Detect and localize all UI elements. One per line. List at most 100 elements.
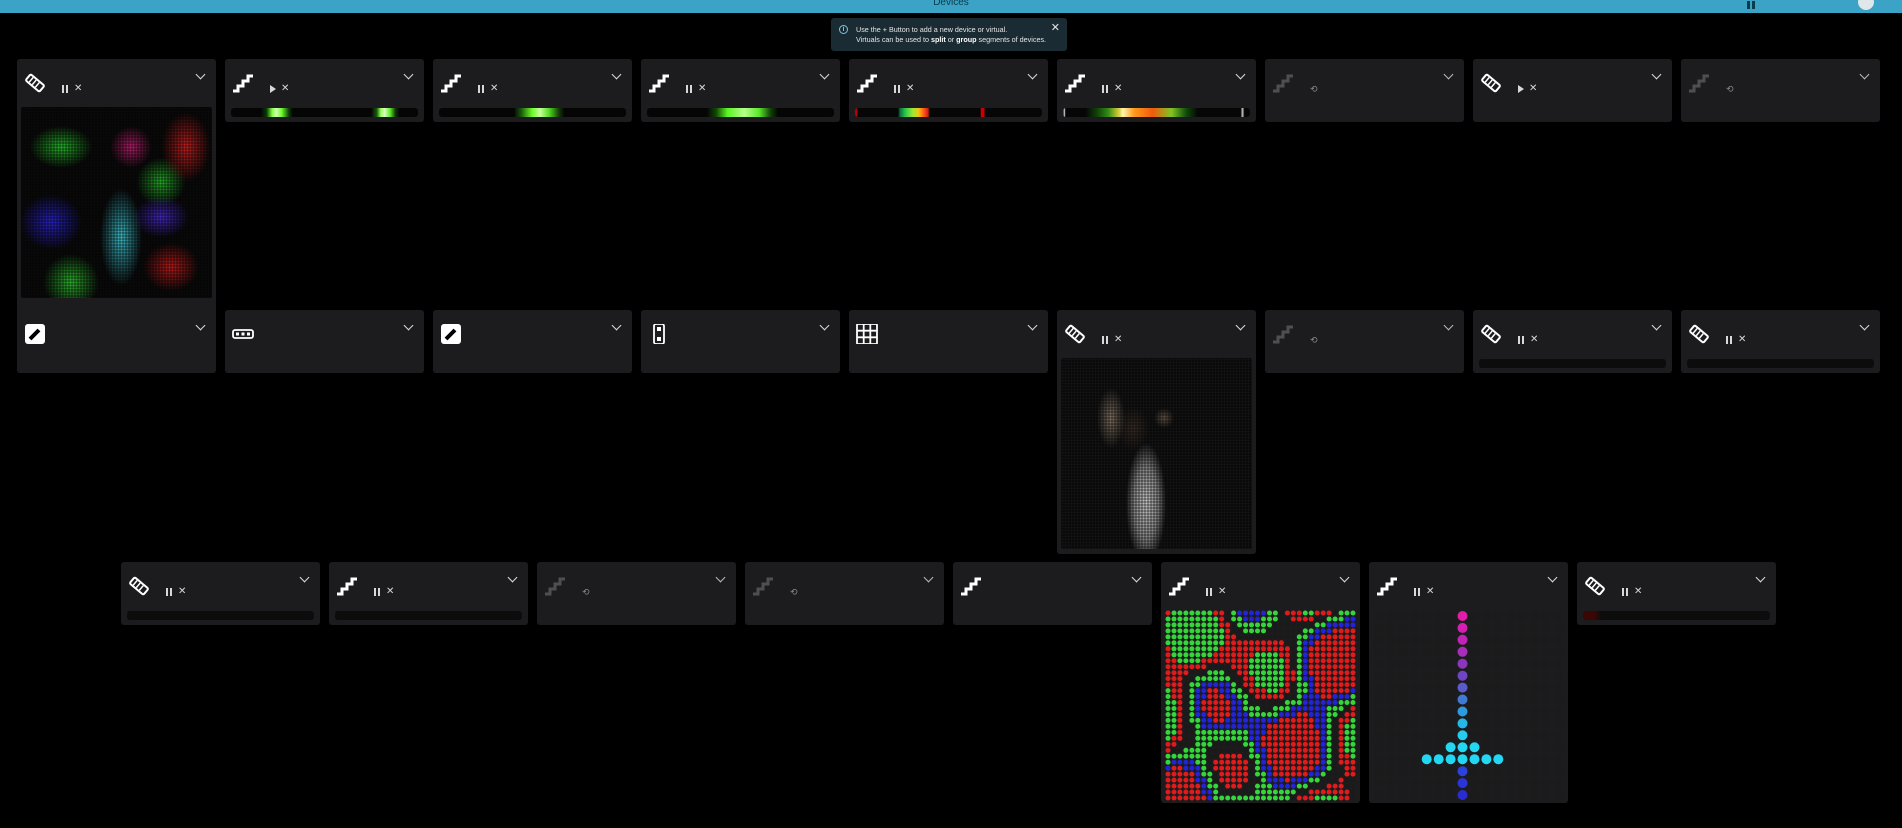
chevron-down-icon[interactable]	[1131, 572, 1142, 583]
device-card[interactable]: ✕	[849, 59, 1048, 122]
chevron-down-icon[interactable]	[403, 320, 414, 331]
device-card[interactable]	[17, 310, 216, 373]
clear-effect-button[interactable]: ✕	[1530, 335, 1538, 345]
launchpad-icon	[440, 324, 462, 344]
pause-icon[interactable]	[894, 85, 901, 93]
device-card[interactable]: ✕	[1681, 310, 1880, 373]
pause-icon[interactable]	[166, 588, 173, 596]
pause-icon[interactable]	[686, 85, 693, 93]
device-card[interactable]: ⟲	[1681, 59, 1880, 122]
device-card[interactable]: ✕	[1473, 310, 1672, 373]
matrix-preview	[1061, 358, 1252, 549]
pause-icon[interactable]	[1518, 336, 1525, 344]
chevron-down-icon[interactable]	[819, 69, 830, 80]
device-card[interactable]: ⟲	[745, 562, 944, 625]
stairs-icon	[752, 576, 774, 596]
chevron-down-icon[interactable]	[1443, 69, 1454, 80]
device-card[interactable]: ✕	[1057, 310, 1256, 554]
clear-effect-button[interactable]: ✕	[1218, 587, 1226, 597]
refresh-icon[interactable]: ⟲	[1726, 85, 1734, 94]
device-card[interactable]: ⟲	[537, 562, 736, 625]
clear-effect-button[interactable]: ✕	[1529, 84, 1537, 94]
chevron-down-icon[interactable]	[923, 572, 934, 583]
chevron-down-icon[interactable]	[299, 572, 310, 583]
chevron-down-icon[interactable]	[1027, 69, 1038, 80]
pause-icon[interactable]	[62, 85, 69, 93]
pause-icon[interactable]	[1622, 588, 1629, 596]
device-card[interactable]	[225, 310, 424, 373]
chevron-down-icon[interactable]	[1339, 572, 1350, 583]
pause-icon[interactable]	[1206, 588, 1213, 596]
chevron-down-icon[interactable]	[1235, 320, 1246, 331]
chevron-down-icon[interactable]	[1443, 320, 1454, 331]
chevron-down-icon[interactable]	[1859, 69, 1870, 80]
global-pause-icon[interactable]	[1746, 1, 1756, 11]
chevron-down-icon[interactable]	[507, 572, 518, 583]
pause-icon[interactable]	[374, 588, 381, 596]
play-icon[interactable]	[1518, 85, 1524, 93]
chevron-down-icon[interactable]	[403, 69, 414, 80]
clear-effect-button[interactable]: ✕	[281, 84, 289, 94]
chevron-down-icon[interactable]	[1027, 320, 1038, 331]
led-strip-preview	[231, 108, 418, 117]
device-card[interactable]	[641, 310, 840, 373]
chevron-down-icon[interactable]	[1755, 572, 1766, 583]
play-icon[interactable]	[270, 85, 276, 93]
device-card[interactable]	[849, 310, 1048, 373]
chevron-down-icon[interactable]	[195, 69, 206, 80]
chevron-down-icon[interactable]	[715, 572, 726, 583]
clear-effect-button[interactable]: ✕	[490, 84, 498, 94]
device-card[interactable]	[953, 562, 1152, 625]
device-card[interactable]: ✕	[329, 562, 528, 625]
device-card[interactable]: ✕	[1577, 562, 1776, 625]
clear-effect-button[interactable]: ✕	[386, 587, 394, 597]
clear-effect-button[interactable]: ✕	[1114, 84, 1122, 94]
device-card[interactable]: ✕	[433, 59, 632, 122]
clear-effect-button[interactable]: ✕	[74, 84, 82, 94]
clear-effect-button[interactable]: ✕	[1426, 587, 1434, 597]
clear-effect-button[interactable]: ✕	[1114, 335, 1122, 345]
device-card[interactable]: ✕	[1369, 562, 1568, 803]
avatar[interactable]	[1858, 0, 1874, 10]
chevron-down-icon[interactable]	[1859, 320, 1870, 331]
chevron-down-icon[interactable]	[195, 320, 206, 331]
device-card[interactable]	[433, 310, 632, 373]
chevron-down-icon[interactable]	[1651, 69, 1662, 80]
device-card[interactable]: ✕	[225, 59, 424, 122]
device-card[interactable]: ✕	[1057, 59, 1256, 122]
clear-effect-button[interactable]: ✕	[1738, 335, 1746, 345]
pause-icon[interactable]	[1414, 588, 1421, 596]
pause-icon[interactable]	[1102, 336, 1109, 344]
device-status: ✕	[1617, 587, 1642, 597]
chevron-down-icon[interactable]	[1547, 572, 1558, 583]
close-notice-button[interactable]: ✕	[1051, 23, 1060, 34]
clear-effect-button[interactable]: ✕	[1634, 587, 1642, 597]
chevron-down-icon[interactable]	[819, 320, 830, 331]
device-card[interactable]: ✕	[121, 562, 320, 625]
clear-effect-button[interactable]: ✕	[906, 84, 914, 94]
led-strip-preview	[439, 108, 626, 117]
chevron-down-icon[interactable]	[611, 320, 622, 331]
device-card[interactable]: ⟲	[1265, 59, 1464, 122]
pause-icon[interactable]	[1102, 85, 1109, 93]
page-title: Devices	[933, 0, 969, 8]
pause-icon[interactable]	[478, 85, 485, 93]
clear-effect-button[interactable]: ✕	[698, 84, 706, 94]
refresh-icon[interactable]: ⟲	[1310, 85, 1318, 94]
strip-diagonal-icon	[24, 73, 46, 93]
stairs-icon	[648, 73, 670, 93]
chevron-down-icon[interactable]	[1651, 320, 1662, 331]
chevron-down-icon[interactable]	[611, 69, 622, 80]
device-card[interactable]: ✕	[1473, 59, 1672, 122]
refresh-icon[interactable]: ⟲	[1310, 336, 1318, 345]
vertical-bar-icon	[648, 323, 670, 345]
refresh-icon[interactable]: ⟲	[790, 588, 798, 597]
pause-icon[interactable]	[1726, 336, 1733, 344]
chevron-down-icon[interactable]	[1235, 69, 1246, 80]
stairs-icon	[440, 73, 462, 93]
clear-effect-button[interactable]: ✕	[178, 587, 186, 597]
device-card[interactable]: ⟲	[1265, 310, 1464, 373]
refresh-icon[interactable]: ⟲	[582, 588, 590, 597]
device-card[interactable]: ✕	[1161, 562, 1360, 803]
device-card[interactable]: ✕	[641, 59, 840, 122]
